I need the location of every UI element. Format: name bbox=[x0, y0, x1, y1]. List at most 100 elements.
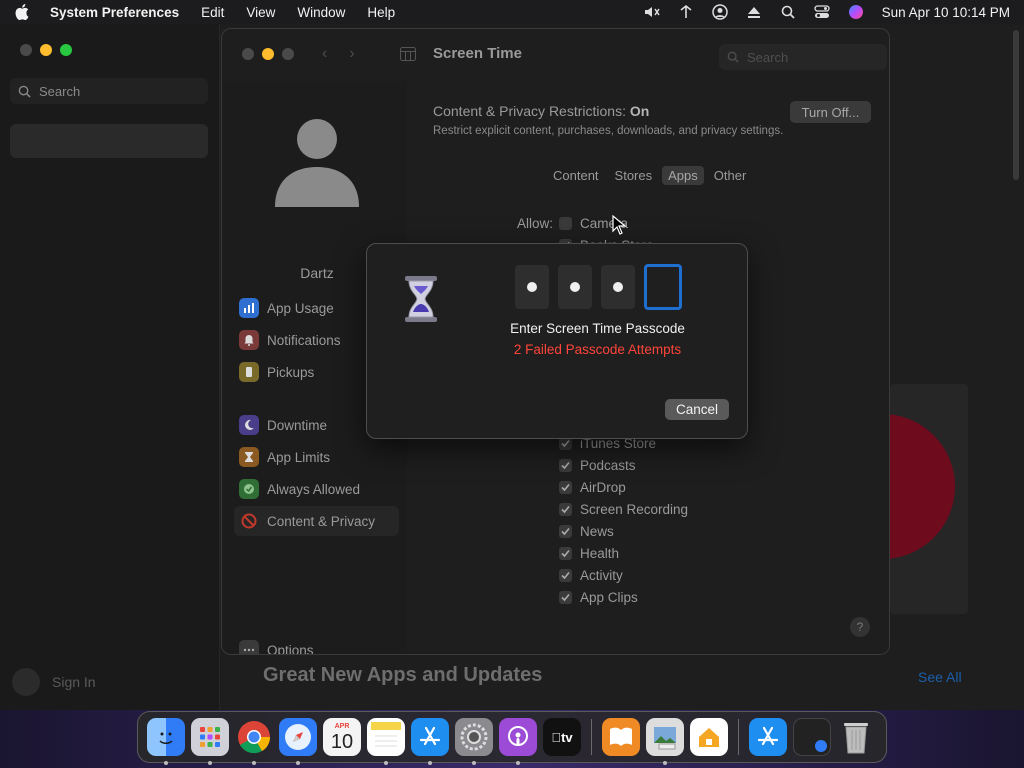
allow-news-row[interactable]: News bbox=[559, 524, 614, 539]
system-preferences-icon[interactable] bbox=[455, 718, 493, 765]
menu-edit[interactable]: Edit bbox=[201, 5, 224, 20]
options-button[interactable]: Options bbox=[234, 635, 399, 654]
checkbox[interactable] bbox=[559, 481, 572, 494]
downloads-folder-icon[interactable] bbox=[749, 718, 787, 756]
spotlight-icon[interactable] bbox=[780, 4, 796, 20]
allow-health-row[interactable]: Health bbox=[559, 546, 619, 561]
avatar bbox=[12, 668, 40, 696]
pickup-icon bbox=[239, 362, 259, 382]
network-icon[interactable] bbox=[678, 4, 694, 20]
preferences-search-placeholder: Search bbox=[747, 49, 789, 65]
allow-app-clips-row[interactable]: App Clips bbox=[559, 590, 638, 605]
tab-other[interactable]: Other bbox=[708, 166, 753, 185]
tab-content[interactable]: Content bbox=[547, 166, 605, 185]
turn-off-button[interactable]: Turn Off... bbox=[790, 101, 871, 123]
show-all-grid-icon[interactable] bbox=[400, 47, 416, 61]
background-search-field[interactable]: Search bbox=[10, 78, 208, 104]
help-button[interactable]: ? bbox=[850, 617, 870, 637]
apple-tv-icon[interactable]: tv bbox=[543, 718, 581, 756]
restrictions-description: Restrict explicit content, purchases, do… bbox=[433, 125, 784, 137]
mute-icon[interactable] bbox=[644, 4, 660, 20]
tab-apps[interactable]: Apps bbox=[662, 166, 704, 185]
finder-icon[interactable] bbox=[147, 718, 185, 765]
screenshot-thumbnail-icon[interactable] bbox=[793, 718, 831, 756]
sidebar-item-label: App Usage bbox=[267, 300, 334, 316]
preferences-search-field[interactable]: Search bbox=[719, 44, 887, 70]
checkbox[interactable] bbox=[559, 569, 572, 582]
minimize-button[interactable] bbox=[262, 48, 274, 60]
trash-icon[interactable] bbox=[837, 718, 875, 756]
see-all-link[interactable]: See All bbox=[918, 669, 962, 685]
calendar-month: APR bbox=[334, 722, 350, 730]
background-selected-item[interactable] bbox=[10, 124, 208, 158]
passcode-digit-3[interactable] bbox=[601, 265, 635, 309]
allow-podcasts-row[interactable]: Podcasts bbox=[559, 458, 636, 473]
podcasts-icon[interactable] bbox=[499, 718, 537, 765]
moon-icon bbox=[239, 415, 259, 435]
checkbox-label: Activity bbox=[580, 568, 623, 583]
zoom-button[interactable] bbox=[282, 48, 294, 60]
checkbox-label: AirDrop bbox=[580, 480, 626, 495]
launchpad-icon[interactable] bbox=[191, 718, 229, 765]
calendar-icon[interactable]: APR 10 bbox=[323, 718, 361, 756]
close-button[interactable] bbox=[242, 48, 254, 60]
dock-separator bbox=[591, 719, 592, 755]
user-avatar-icon[interactable] bbox=[272, 117, 362, 207]
sidebar-item-always-allowed[interactable]: Always Allowed bbox=[234, 474, 399, 504]
checkbox[interactable] bbox=[559, 525, 572, 538]
no-entry-icon bbox=[239, 511, 259, 531]
forward-arrow-icon[interactable]: › bbox=[349, 45, 354, 63]
user-icon[interactable] bbox=[711, 4, 728, 20]
passcode-digit-4[interactable] bbox=[644, 264, 682, 310]
restriction-tabs: Content Stores Apps Other bbox=[547, 166, 752, 185]
menu-app-name[interactable]: System Preferences bbox=[50, 5, 179, 20]
safari-icon[interactable] bbox=[279, 718, 317, 765]
checkbox[interactable] bbox=[559, 503, 572, 516]
ellipsis-icon bbox=[239, 640, 259, 654]
bg-zoom-button[interactable] bbox=[60, 44, 72, 56]
checkbox[interactable] bbox=[559, 217, 572, 230]
sidebar-item-label: Downtime bbox=[267, 417, 328, 433]
background-scrollbar[interactable] bbox=[1013, 30, 1019, 180]
sign-in-label: Sign In bbox=[52, 674, 96, 690]
allow-screen-recording-row[interactable]: Screen Recording bbox=[559, 502, 688, 517]
menu-clock[interactable]: Sun Apr 10 10:14 PM bbox=[882, 5, 1010, 20]
menu-view[interactable]: View bbox=[246, 5, 275, 20]
checkbox[interactable] bbox=[559, 591, 572, 604]
checkbox-label: Podcasts bbox=[580, 458, 636, 473]
menu-window[interactable]: Window bbox=[297, 5, 345, 20]
apple-menu-icon[interactable] bbox=[14, 4, 30, 20]
checkbox[interactable] bbox=[559, 547, 572, 560]
passcode-digit-2[interactable] bbox=[558, 265, 592, 309]
tab-stores[interactable]: Stores bbox=[609, 166, 659, 185]
allow-airdrop-row[interactable]: AirDrop bbox=[559, 480, 626, 495]
passcode-digit-fields[interactable] bbox=[515, 264, 682, 310]
cancel-button[interactable]: Cancel bbox=[665, 399, 729, 420]
checkbox[interactable] bbox=[559, 459, 572, 472]
back-arrow-icon[interactable]: ‹ bbox=[322, 45, 327, 63]
calendar-day: 10 bbox=[330, 730, 354, 753]
books-icon[interactable] bbox=[602, 718, 640, 756]
notes-icon[interactable] bbox=[367, 718, 405, 765]
allow-label: Allow: bbox=[517, 216, 554, 231]
allow-activity-row[interactable]: Activity bbox=[559, 568, 623, 583]
bg-minimize-button[interactable] bbox=[40, 44, 52, 56]
background-feature-card[interactable] bbox=[890, 384, 968, 614]
bg-close-button[interactable] bbox=[20, 44, 32, 56]
siri-icon[interactable] bbox=[848, 4, 864, 20]
window-title: Screen Time bbox=[433, 45, 522, 62]
preview-icon[interactable] bbox=[646, 718, 684, 765]
sidebar-item-label: Always Allowed bbox=[267, 481, 361, 497]
app-store-icon[interactable] bbox=[411, 718, 449, 765]
menu-help[interactable]: Help bbox=[367, 5, 395, 20]
sidebar-item-app-limits[interactable]: App Limits bbox=[234, 442, 399, 472]
sidebar-item-content-privacy[interactable]: Content & Privacy bbox=[234, 506, 399, 536]
failed-attempts-message: 2 Failed Passcode Attempts bbox=[513, 342, 682, 357]
chrome-icon[interactable] bbox=[235, 718, 273, 765]
eject-icon[interactable] bbox=[746, 4, 762, 20]
history-nav: ‹ › bbox=[322, 45, 355, 63]
passcode-digit-1[interactable] bbox=[515, 265, 549, 309]
sign-in-button[interactable]: Sign In bbox=[12, 668, 96, 696]
control-center-icon[interactable] bbox=[814, 4, 830, 20]
home-icon[interactable] bbox=[690, 718, 728, 756]
